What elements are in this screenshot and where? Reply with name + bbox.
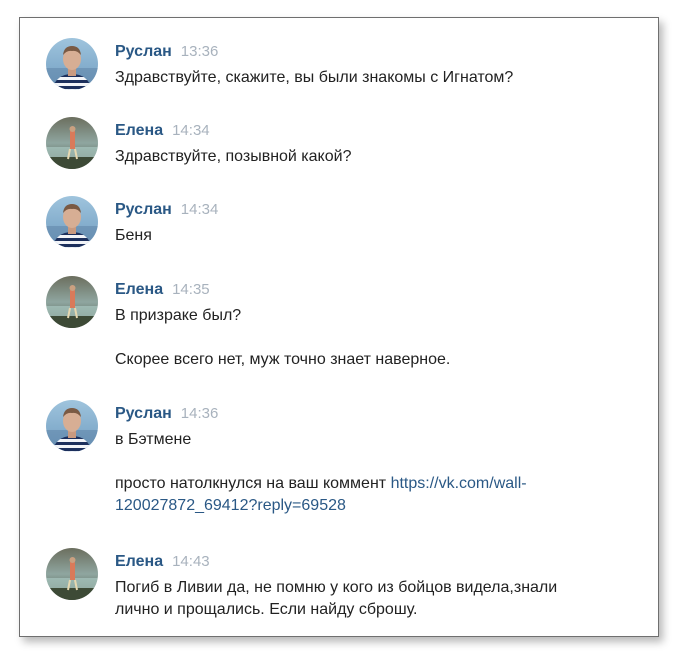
woman-avatar-icon[interactable] — [46, 276, 98, 328]
message-text: Беня — [115, 227, 152, 244]
man-avatar-icon[interactable] — [46, 400, 98, 452]
message-text-with-link: просто натолкнулся на ваш коммент https:… — [115, 473, 640, 517]
message-time[interactable]: 14:34 — [181, 201, 219, 218]
message-text: Скорее всего нет, муж точно знает наверн… — [115, 351, 451, 368]
message-text: лично и прощались. Если найду сброшу. — [115, 601, 418, 618]
message-text: Здравствуйте, позывной какой? — [115, 148, 352, 165]
message-time[interactable]: 13:36 — [181, 43, 219, 60]
link-text[interactable]: https://vk.com/wall- — [391, 475, 527, 492]
message-text: в Бэтмене — [115, 431, 192, 448]
message-time[interactable]: 14:36 — [181, 405, 219, 422]
message-author[interactable]: Руслан — [115, 43, 172, 60]
man-avatar-icon[interactable] — [46, 196, 98, 248]
link-text[interactable]: 120027872_69412?reply=69528 — [115, 497, 346, 514]
woman-avatar-icon[interactable] — [46, 548, 98, 600]
message-text: В призраке был? — [115, 307, 242, 324]
message-text: просто натолкнулся на ваш коммент — [115, 475, 391, 492]
message-time[interactable]: 14:43 — [172, 553, 210, 570]
chat-frame: Руслан 13:36 Здравствуйте, скажите, вы бы… — [19, 17, 659, 637]
message-time[interactable]: 14:34 — [172, 122, 210, 139]
message-author[interactable]: Елена — [115, 122, 163, 139]
message-author[interactable]: Руслан — [115, 405, 172, 422]
message-author[interactable]: Елена — [115, 281, 163, 298]
woman-avatar-icon[interactable] — [46, 117, 98, 169]
message-author[interactable]: Руслан — [115, 201, 172, 218]
man-avatar-icon[interactable] — [46, 38, 98, 90]
message-text: Погиб в Ливии да, не помню у кого из бой… — [115, 579, 558, 596]
message-text: Здравствуйте, скажите, вы были знакомы с… — [115, 69, 514, 86]
message-time[interactable]: 14:35 — [172, 281, 210, 298]
message-author[interactable]: Елена — [115, 553, 163, 570]
